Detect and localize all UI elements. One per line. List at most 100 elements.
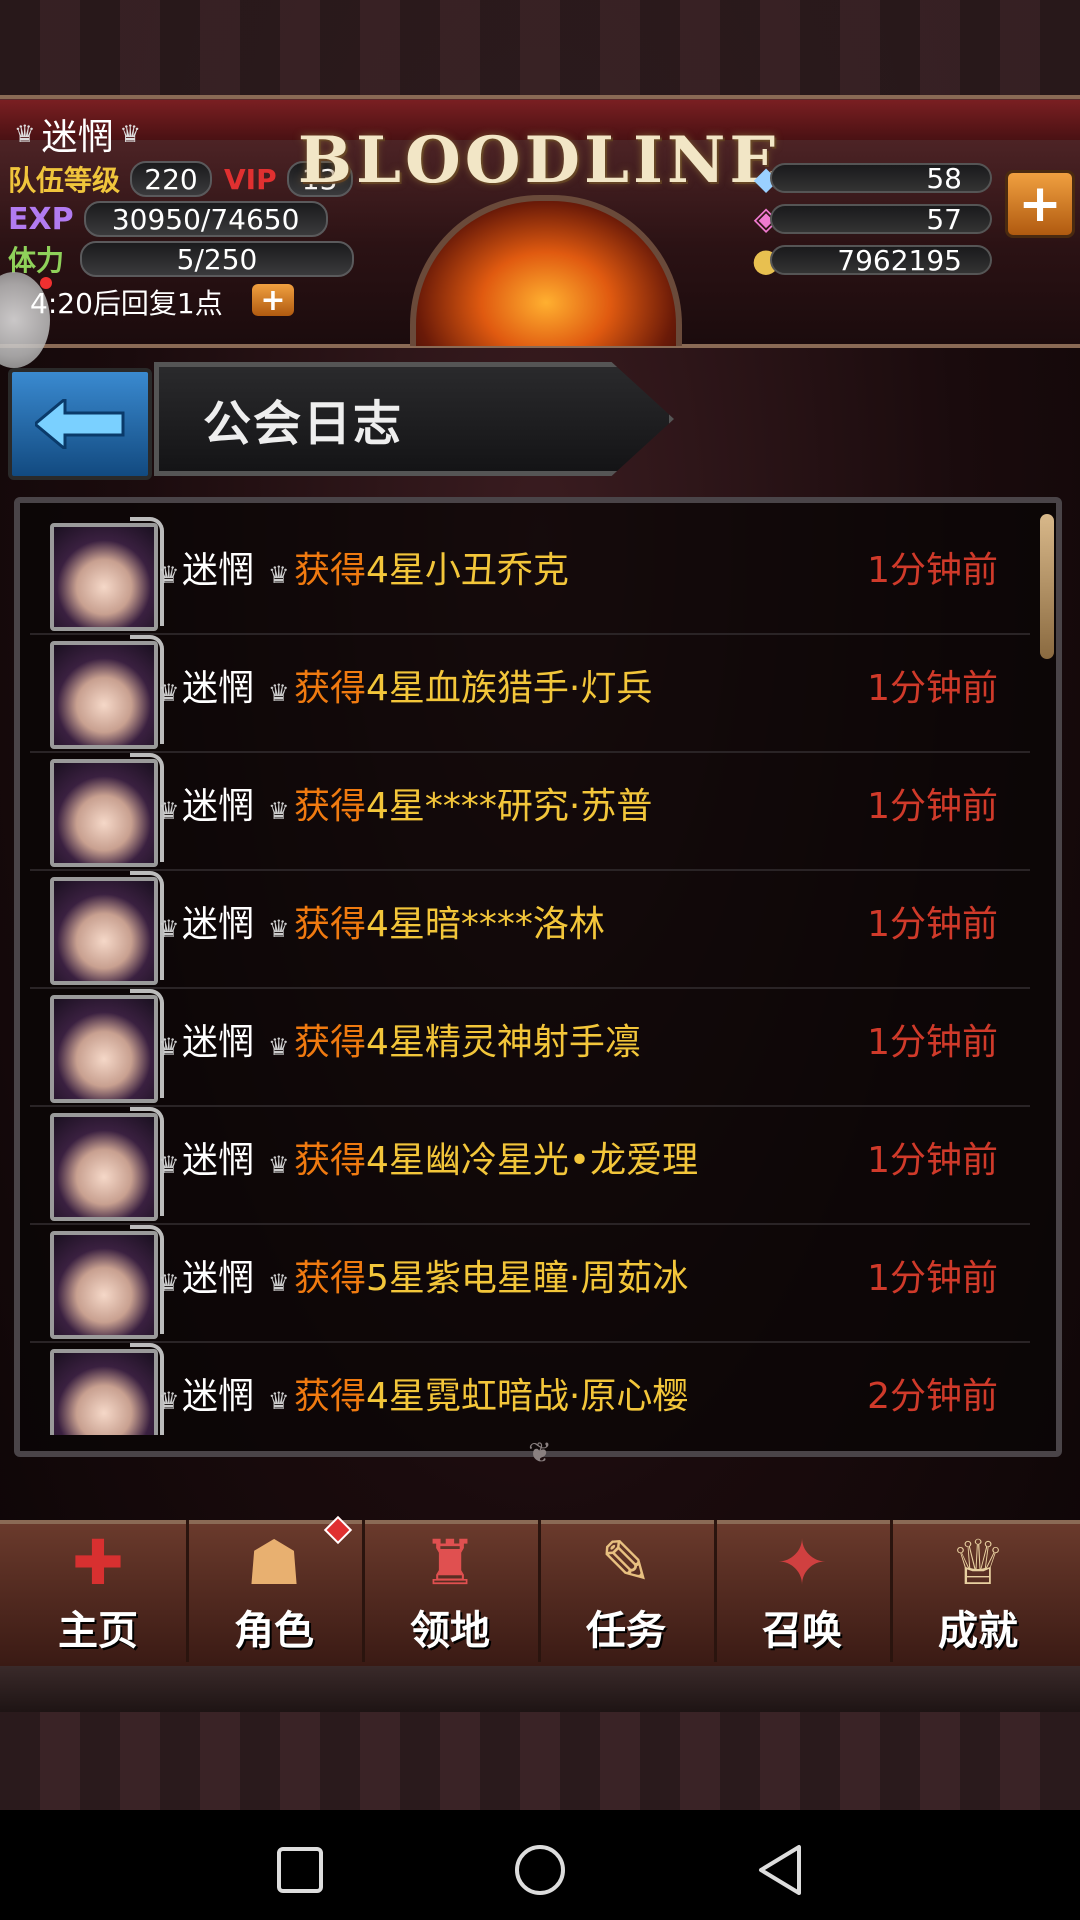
shield-cross-icon: ✚ (72, 1526, 124, 1599)
log-row: ♛ 迷惘 ♛ 获得4星小丑乔克 1分钟前 (30, 515, 1030, 635)
log-event-item: 4星暗****洛林 (366, 904, 605, 945)
crown-icon: ♛ (268, 1387, 290, 1415)
log-event-item: 4星小丑乔克 (366, 550, 569, 591)
log-user: 迷惘 (182, 786, 255, 827)
hooded-character-icon: ☗ (246, 1526, 302, 1599)
stamina-row: 体力 5/250 (8, 240, 355, 278)
cards-icon: ✦ (776, 1526, 828, 1599)
add-stamina-button[interactable]: + (252, 283, 294, 318)
nav-label: 召唤 (762, 1608, 842, 1654)
log-row: ♛ 迷惘 ♛ 获得4星精灵神射手凛 1分钟前 (30, 987, 1030, 1107)
player-name-row[interactable]: ♛ 迷惘 ♛ (14, 108, 141, 160)
recent-apps-button[interactable] (268, 1838, 332, 1902)
log-user: 迷惘 (182, 1022, 255, 1063)
stamina-recover-timer: 4:20后回复1点 (30, 287, 223, 320)
crown-icon: ♛ (158, 1269, 180, 1297)
log-time: 1分钟前 (867, 1140, 998, 1181)
book-quill-icon: ✎ (600, 1526, 652, 1599)
guild-log-list[interactable]: ♛ 迷惘 ♛ 获得4星小丑乔克 1分钟前 ♛ 迷惘 ♛ 获得4星血族猎手·灯兵 … (30, 515, 1040, 1435)
log-time: 1分钟前 (867, 786, 998, 827)
log-row: ♛ 迷惘 ♛ 获得4星霓虹暗战·原心樱 2分钟前 (30, 1341, 1030, 1435)
crown-icon: ♛ (14, 120, 36, 148)
game-logo: BLOODLINE (297, 122, 783, 198)
nav-home[interactable]: ✚ 主页 (10, 1520, 189, 1662)
log-event: 获得4星霓虹暗战·原心樱 (294, 1367, 688, 1419)
log-event: 获得4星****研究·苏普 (294, 777, 652, 829)
nav-label: 成就 (938, 1608, 1018, 1654)
team-level-value: 220 (130, 161, 213, 197)
exp-label: EXP (8, 201, 74, 237)
log-event: 获得5星紫电星瞳·周茹冰 (294, 1249, 688, 1301)
crown-icon: ♛ (158, 679, 180, 707)
nav-label: 领地 (410, 1608, 490, 1654)
log-event-verb: 获得 (294, 1140, 367, 1181)
log-time: 2分钟前 (867, 1376, 998, 1417)
crown-icon: ♛ (268, 915, 290, 943)
log-time: 1分钟前 (867, 1258, 998, 1299)
nav-territory[interactable]: ♜ 领地 (362, 1520, 541, 1662)
nav-label: 主页 (58, 1608, 138, 1654)
log-event-verb: 获得 (294, 1258, 367, 1299)
circle-icon (515, 1845, 565, 1895)
crown-icon: ♛ (158, 1387, 180, 1415)
log-row: ♛ 迷惘 ♛ 获得4星****研究·苏普 1分钟前 (30, 751, 1030, 871)
crown-icon: ♛ (268, 1269, 290, 1297)
crown-icon: ♛ (158, 1151, 180, 1179)
log-time: 1分钟前 (867, 904, 998, 945)
log-time: 1分钟前 (867, 550, 998, 591)
square-icon (277, 1847, 323, 1893)
log-user: 迷惘 (182, 1258, 255, 1299)
log-user: 迷惘 (182, 1140, 255, 1181)
crown-icon: ♛ (268, 679, 290, 707)
log-event: 获得4星幽冷星光•龙爱理 (294, 1131, 698, 1183)
log-user: 迷惘 (182, 1376, 255, 1417)
nav-quests[interactable]: ✎ 任务 (538, 1520, 717, 1662)
log-row: ♛ 迷惘 ♛ 获得5星紫电星瞳·周茹冰 1分钟前 (30, 1223, 1030, 1343)
log-event-item: 4星血族猎手·灯兵 (366, 668, 653, 709)
log-user: 迷惘 (182, 550, 255, 591)
back-button[interactable] (8, 368, 152, 480)
crown-icon: ♛ (268, 1151, 290, 1179)
log-event-item: 4星****研究·苏普 (366, 786, 653, 827)
log-event: 获得4星小丑乔克 (294, 541, 569, 593)
list-scrollbar[interactable] (1040, 514, 1054, 659)
log-event-item: 5星紫电星瞳·周茹冰 (366, 1258, 689, 1299)
back-nav-button[interactable] (748, 1838, 812, 1902)
crown-icon: ♛ (158, 1033, 180, 1061)
crown-icon: ♛ (158, 797, 180, 825)
crown-icon: ♛ (158, 915, 180, 943)
nav-summon[interactable]: ✦ 召唤 (714, 1520, 893, 1662)
log-event-verb: 获得 (294, 668, 367, 709)
stamina-value: 5/250 (80, 241, 355, 277)
log-event: 获得4星暗****洛林 (294, 895, 605, 947)
player-name: 迷惘 (41, 117, 114, 158)
log-event: 获得4星精灵神射手凛 (294, 1013, 641, 1065)
log-row: ♛ 迷惘 ♛ 获得4星暗****洛林 1分钟前 (30, 869, 1030, 989)
log-row: ♛ 迷惘 ♛ 获得4星幽冷星光•龙爱理 1分钟前 (30, 1105, 1030, 1225)
nav-label: 任务 (586, 1608, 666, 1654)
nav-achievements[interactable]: ♕ 成就 (890, 1520, 1066, 1662)
crystal-count: 58 (770, 162, 992, 195)
gold-count: 7962195 (770, 244, 992, 277)
log-row: ♛ 迷惘 ♛ 获得4星血族猎手·灯兵 1分钟前 (30, 633, 1030, 753)
gem-count: 57 (770, 203, 992, 236)
triangle-back-icon (759, 1845, 801, 1895)
log-event-verb: 获得 (294, 1022, 367, 1063)
exp-row: EXP 30950/74650 (8, 200, 328, 238)
bottom-ornament (0, 1712, 1080, 1810)
back-arrow-icon (35, 399, 125, 449)
crown-icon: ♛ (158, 561, 180, 589)
vip-label: VIP (224, 162, 277, 196)
log-time: 1分钟前 (867, 1022, 998, 1063)
page-title-bar: 公会日志 (154, 362, 674, 476)
log-event-verb: 获得 (294, 550, 367, 591)
castle-icon: ♜ (422, 1526, 478, 1599)
recharge-button[interactable]: + (1005, 170, 1075, 238)
log-event-verb: 获得 (294, 786, 367, 827)
log-event: 获得4星血族猎手·灯兵 (294, 659, 652, 711)
log-user: 迷惘 (182, 668, 255, 709)
crown-icon: ♛ (268, 561, 290, 589)
panel-ornament: ❦ (528, 1436, 552, 1469)
crown-icon: ♛ (268, 1033, 290, 1061)
home-button[interactable] (508, 1838, 572, 1902)
